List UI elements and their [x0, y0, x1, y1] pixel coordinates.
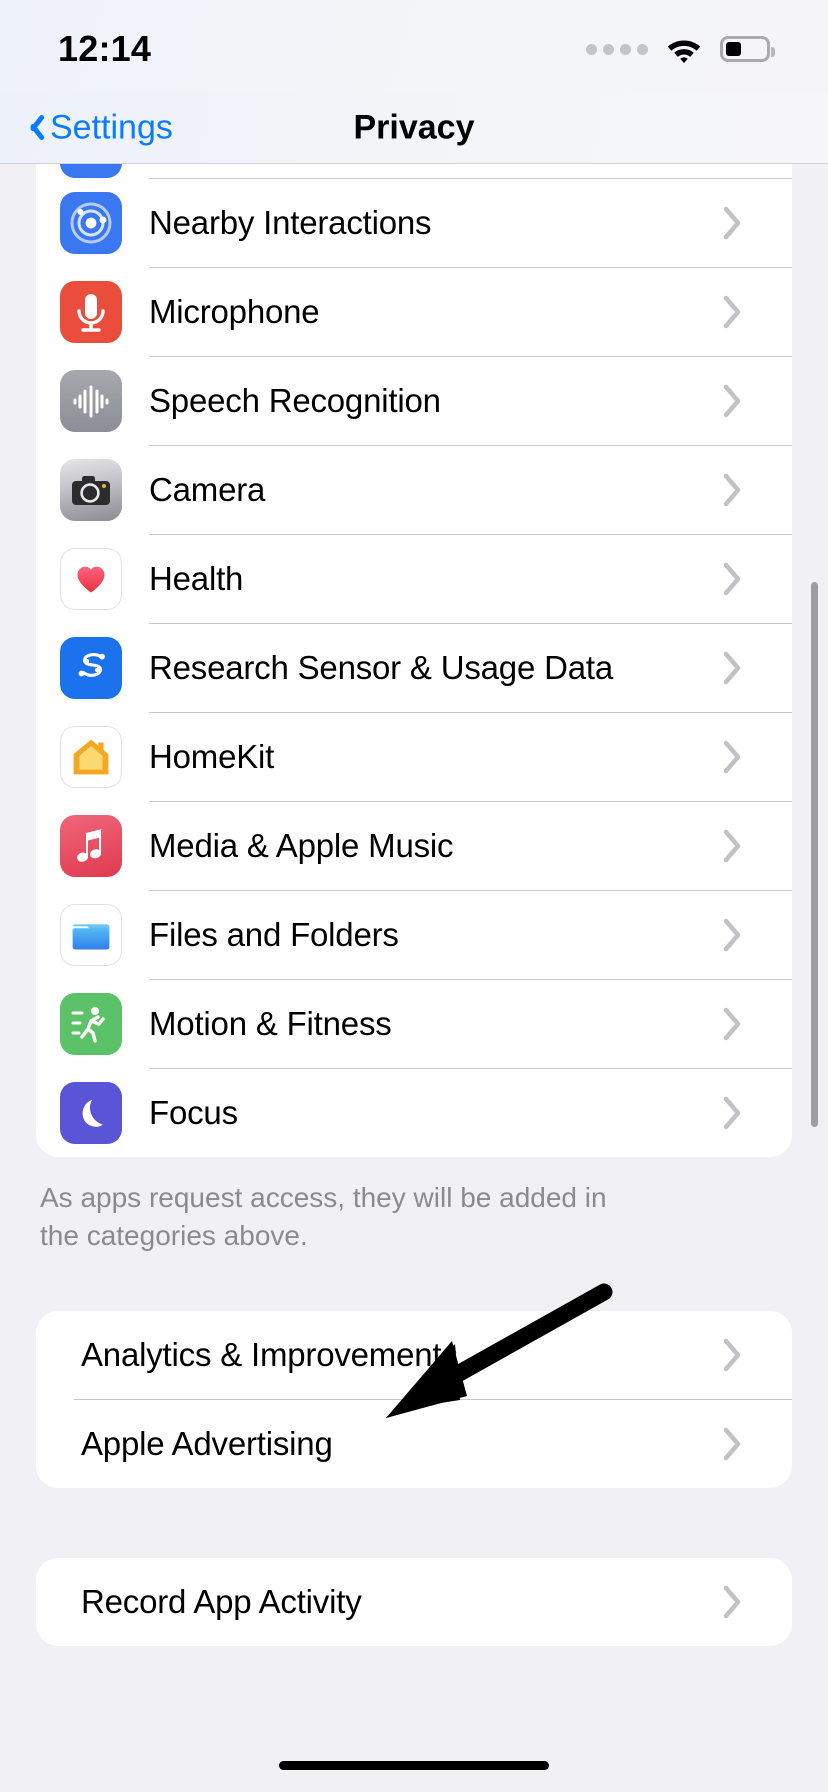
chevron-right-icon	[716, 651, 750, 685]
chevron-right-icon	[716, 384, 750, 418]
settings-row-label: Files and Folders	[149, 916, 399, 953]
settings-row-focus[interactable]: Focus	[36, 1069, 792, 1157]
status-bar-clock: 12:14	[58, 28, 152, 69]
settings-row-label: Media & Apple Music	[149, 827, 454, 864]
settings-row-label: Speech Recognition	[149, 382, 441, 419]
wifi-icon	[664, 34, 704, 64]
settings-scroll-view[interactable]: Nearby Interactions Microphone Speech Re…	[0, 164, 828, 1792]
chevron-right-icon	[716, 829, 750, 863]
chevron-right-icon	[716, 206, 750, 240]
settings-row-camera[interactable]: Camera	[36, 446, 792, 534]
settings-row-motion-fitness[interactable]: Motion & Fitness	[36, 980, 792, 1068]
record-app-activity-group: Record App Activity	[36, 1558, 792, 1647]
settings-row-research-sensor[interactable]: Research Sensor & Usage Data	[36, 624, 792, 712]
vertical-scrollbar[interactable]	[811, 582, 818, 1127]
settings-row-label: Camera	[149, 471, 266, 508]
speech-recognition-icon	[60, 370, 122, 432]
apple-music-icon	[60, 815, 122, 877]
status-bar: 12:14	[0, 0, 828, 92]
chevron-right-icon	[716, 1007, 750, 1041]
settings-row-files-and-folders[interactable]: Files and Folders	[36, 891, 792, 979]
settings-row-speech-recognition[interactable]: Speech Recognition	[36, 357, 792, 445]
settings-row-label: Microphone	[149, 293, 320, 330]
chevron-right-icon	[716, 473, 750, 507]
settings-row-nearby-interactions[interactable]: Nearby Interactions	[36, 179, 792, 267]
research-sensor-icon	[60, 637, 122, 699]
page-title: Privacy	[353, 108, 475, 146]
chevron-right-icon	[716, 1427, 750, 1461]
settings-row-health[interactable]: Health	[36, 535, 792, 623]
chevron-right-icon	[716, 1585, 750, 1619]
analytics-group: Analytics & Improvements Apple Advertisi…	[36, 1311, 792, 1489]
chevron-right-icon	[716, 295, 750, 329]
cellular-dots-icon	[586, 43, 648, 55]
settings-row-label: Record App Activity	[81, 1583, 362, 1621]
settings-row-label: Apple Advertising	[81, 1425, 333, 1463]
settings-row-label: Research Sensor & Usage Data	[149, 649, 613, 686]
homekit-house-icon	[60, 726, 122, 788]
settings-row-label: Nearby Interactions	[149, 204, 432, 241]
settings-row-microphone[interactable]: Microphone	[36, 268, 792, 356]
status-bar-indicators	[586, 34, 775, 64]
microphone-icon	[60, 281, 122, 343]
motion-fitness-icon	[60, 993, 122, 1055]
focus-moon-icon	[60, 1082, 122, 1144]
settings-row-record-app-activity[interactable]: Record App Activity	[36, 1558, 792, 1646]
nearby-interactions-icon	[60, 192, 122, 254]
camera-icon	[60, 459, 122, 521]
settings-row-media-apple-music[interactable]: Media & Apple Music	[36, 802, 792, 890]
battery-icon	[720, 36, 775, 62]
chevron-right-icon	[716, 918, 750, 952]
settings-row-label: HomeKit	[149, 738, 275, 775]
iphone-screen: 12:14 Settings Privacy Nearby Interactio…	[0, 0, 828, 1792]
chevron-right-icon	[716, 1338, 750, 1372]
privacy-categories-group: Nearby Interactions Microphone Speech Re…	[36, 164, 792, 1157]
settings-row-label: Focus	[149, 1094, 238, 1131]
chevron-right-icon	[716, 1096, 750, 1130]
privacy-group-footnote: As apps request access, they will be add…	[40, 1182, 607, 1252]
navigation-bar: Settings Privacy	[0, 92, 828, 164]
files-folder-icon	[60, 904, 122, 966]
home-indicator	[279, 1761, 549, 1770]
settings-row-label: Analytics & Improvements	[81, 1336, 458, 1374]
chevron-right-icon	[716, 740, 750, 774]
settings-row-label: Health	[149, 560, 244, 597]
settings-row-apple-advertising[interactable]: Apple Advertising	[36, 1400, 792, 1488]
settings-row-analytics-improvements[interactable]: Analytics & Improvements	[36, 1311, 792, 1399]
health-heart-icon	[60, 548, 122, 610]
partial-row-clipped	[36, 164, 792, 178]
chevron-right-icon	[716, 562, 750, 596]
settings-row-homekit[interactable]: HomeKit	[36, 713, 792, 801]
settings-row-label: Motion & Fitness	[149, 1005, 392, 1042]
